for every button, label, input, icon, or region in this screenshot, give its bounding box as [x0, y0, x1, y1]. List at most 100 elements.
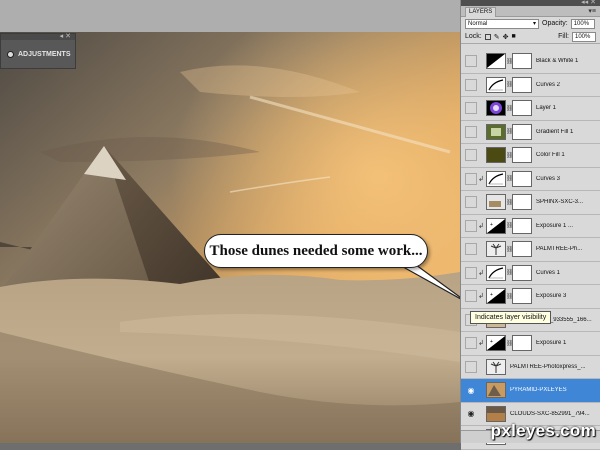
eye-icon[interactable]: [465, 337, 477, 350]
layer-mask-thumbnail[interactable]: [512, 170, 532, 187]
layer-name: Exposure 1: [536, 340, 567, 347]
layer-name: PALMTREE-Ph...: [536, 246, 583, 253]
layer-thumbnail[interactable]: [486, 241, 506, 258]
lock-pixels-icon[interactable]: ✎: [494, 33, 500, 41]
layer-row[interactable]: ↲ ⛓ Curves 3: [461, 167, 600, 191]
layer-name: PYRAMID-PXLEYES: [510, 387, 567, 394]
layer-row[interactable]: ⛓ Color Fill 1: [461, 144, 600, 168]
layer-thumbnail[interactable]: [486, 100, 506, 117]
eye-icon[interactable]: [465, 125, 477, 138]
layer-thumbnail[interactable]: [486, 405, 506, 422]
lock-transparent-icon[interactable]: [484, 33, 491, 40]
layer-mask-thumbnail[interactable]: [512, 288, 532, 305]
eye-icon[interactable]: [465, 290, 477, 303]
adjustments-panel-bar[interactable]: ◂ ✕: [1, 33, 75, 40]
eye-icon[interactable]: [465, 360, 477, 373]
eye-icon[interactable]: [465, 219, 477, 232]
eye-icon[interactable]: [465, 266, 477, 279]
clipping-arrow-icon: ↲: [478, 340, 484, 348]
layer-name: Curves 2: [536, 81, 561, 88]
svg-text:+: +: [490, 292, 493, 298]
eye-icon[interactable]: [465, 243, 477, 256]
layer-thumbnail[interactable]: +: [486, 217, 506, 234]
clipping-arrow-icon: ↲: [478, 269, 484, 277]
layer-mask-thumbnail[interactable]: [512, 76, 532, 93]
layer-name: Black & White 1: [536, 58, 579, 65]
layer-name: PALMTREE-Photoxpress_...: [510, 363, 586, 370]
layer-row[interactable]: ⛓ PALMTREE-Ph...: [461, 238, 600, 262]
fill-input[interactable]: 100%: [572, 31, 596, 42]
adjustments-panel[interactable]: ◂ ✕ ADJUSTMENTS: [0, 33, 76, 69]
layer-thumbnail[interactable]: [486, 382, 506, 399]
layer-thumbnail[interactable]: [486, 358, 506, 375]
eye-icon[interactable]: ◉: [465, 408, 477, 420]
panel-collapse-icon[interactable]: ◂ ✕: [60, 33, 71, 40]
adjustments-title: ADJUSTMENTS: [18, 51, 71, 58]
layer-row[interactable]: ⛓ SPHINX-SXC-3...: [461, 191, 600, 215]
layer-name: Exposure 1 ...: [536, 222, 574, 229]
clipping-arrow-icon: ↲: [478, 175, 484, 183]
chevron-down-icon: ▾: [532, 20, 536, 27]
layer-name: SPHINX-SXC-3...: [536, 199, 584, 206]
layer-thumbnail[interactable]: +: [486, 288, 506, 305]
layer-mask-thumbnail[interactable]: [512, 53, 532, 70]
layer-row[interactable]: ↲ + ⛓ Exposure 1 ...: [461, 214, 600, 238]
eye-icon[interactable]: [465, 55, 477, 68]
layer-name: Exposure 3: [536, 293, 567, 300]
layer-mask-thumbnail[interactable]: [512, 217, 532, 234]
lock-all-icon[interactable]: ■: [511, 33, 515, 40]
fill-label: Fill:: [558, 33, 569, 40]
blend-mode-select[interactable]: Normal ▾: [465, 18, 539, 29]
watermark: pxleyes.com: [490, 421, 596, 440]
layer-row[interactable]: PALMTREE-Photoxpress_...: [461, 355, 600, 379]
layer-thumbnail[interactable]: [486, 53, 506, 70]
opacity-input[interactable]: 100%: [570, 18, 595, 29]
eye-icon[interactable]: [465, 78, 477, 91]
panel-menu-icon[interactable]: ▾≡: [588, 7, 596, 15]
layer-name: Curves 3: [536, 175, 561, 182]
eye-icon[interactable]: ◉: [465, 384, 477, 396]
eye-icon[interactable]: [465, 196, 477, 209]
layer-row[interactable]: ⛓ Curves 2: [461, 73, 600, 97]
layer-row[interactable]: ◉ PYRAMID-PXLEYES: [461, 379, 600, 403]
layer-thumbnail[interactable]: [486, 147, 506, 164]
document-canvas[interactable]: ◂ ✕ ADJUSTMENTS Those dunes needed some …: [0, 0, 460, 443]
layer-mask-thumbnail[interactable]: [512, 100, 532, 117]
adjustments-icon: [7, 51, 14, 58]
svg-text:+: +: [490, 222, 493, 228]
tab-layers[interactable]: LAYERS: [465, 7, 497, 17]
eye-icon[interactable]: [465, 102, 477, 115]
lock-position-icon[interactable]: ✥: [503, 33, 509, 41]
layer-mask-thumbnail[interactable]: [512, 147, 532, 164]
layer-row[interactable]: ↲ + ⛓ Exposure 1: [461, 332, 600, 356]
eye-icon[interactable]: [465, 149, 477, 162]
layer-mask-thumbnail[interactable]: [512, 264, 532, 281]
layer-thumbnail[interactable]: [486, 123, 506, 140]
layer-thumbnail[interactable]: [486, 170, 506, 187]
layers-list: ⛓ Black & White 1 ⛓ Curves 2 ⛓ Layer 1 ⛓ Gradie…: [461, 50, 600, 450]
clipping-arrow-icon: ↲: [478, 293, 484, 301]
layer-name: Layer 1: [536, 105, 557, 112]
layer-thumbnail[interactable]: +: [486, 335, 506, 352]
layer-mask-thumbnail[interactable]: [512, 194, 532, 211]
layer-mask-thumbnail[interactable]: [512, 241, 532, 258]
layer-row[interactable]: ⛓ Gradient Fill 1: [461, 120, 600, 144]
layer-name: Curves 1: [536, 269, 561, 276]
opacity-label: Opacity:: [542, 20, 568, 27]
layer-row[interactable]: ⛓ Layer 1: [461, 97, 600, 121]
lock-label: Lock:: [465, 33, 482, 40]
layer-name: Gradient Fill 1: [536, 128, 574, 135]
layers-panel[interactable]: ◂◂ ✕ LAYERS ▾≡ Normal ▾ Opacity: 100% Lo…: [460, 0, 600, 450]
layer-row[interactable]: ↲ ⛓ Curves 1: [461, 261, 600, 285]
layer-row[interactable]: ↲ + ⛓ Exposure 3: [461, 285, 600, 309]
layer-mask-thumbnail[interactable]: [512, 123, 532, 140]
layer-name: Color Fill 1: [536, 152, 565, 159]
tooltip: Indicates layer visibility: [470, 311, 552, 324]
layer-mask-thumbnail[interactable]: [512, 335, 532, 352]
layer-row[interactable]: ⛓ Black & White 1: [461, 50, 600, 74]
eye-icon[interactable]: [465, 172, 477, 185]
clipping-arrow-icon: ↲: [478, 222, 484, 230]
layer-thumbnail[interactable]: [486, 264, 506, 281]
layer-thumbnail[interactable]: [486, 76, 506, 93]
layer-thumbnail[interactable]: [486, 194, 506, 211]
